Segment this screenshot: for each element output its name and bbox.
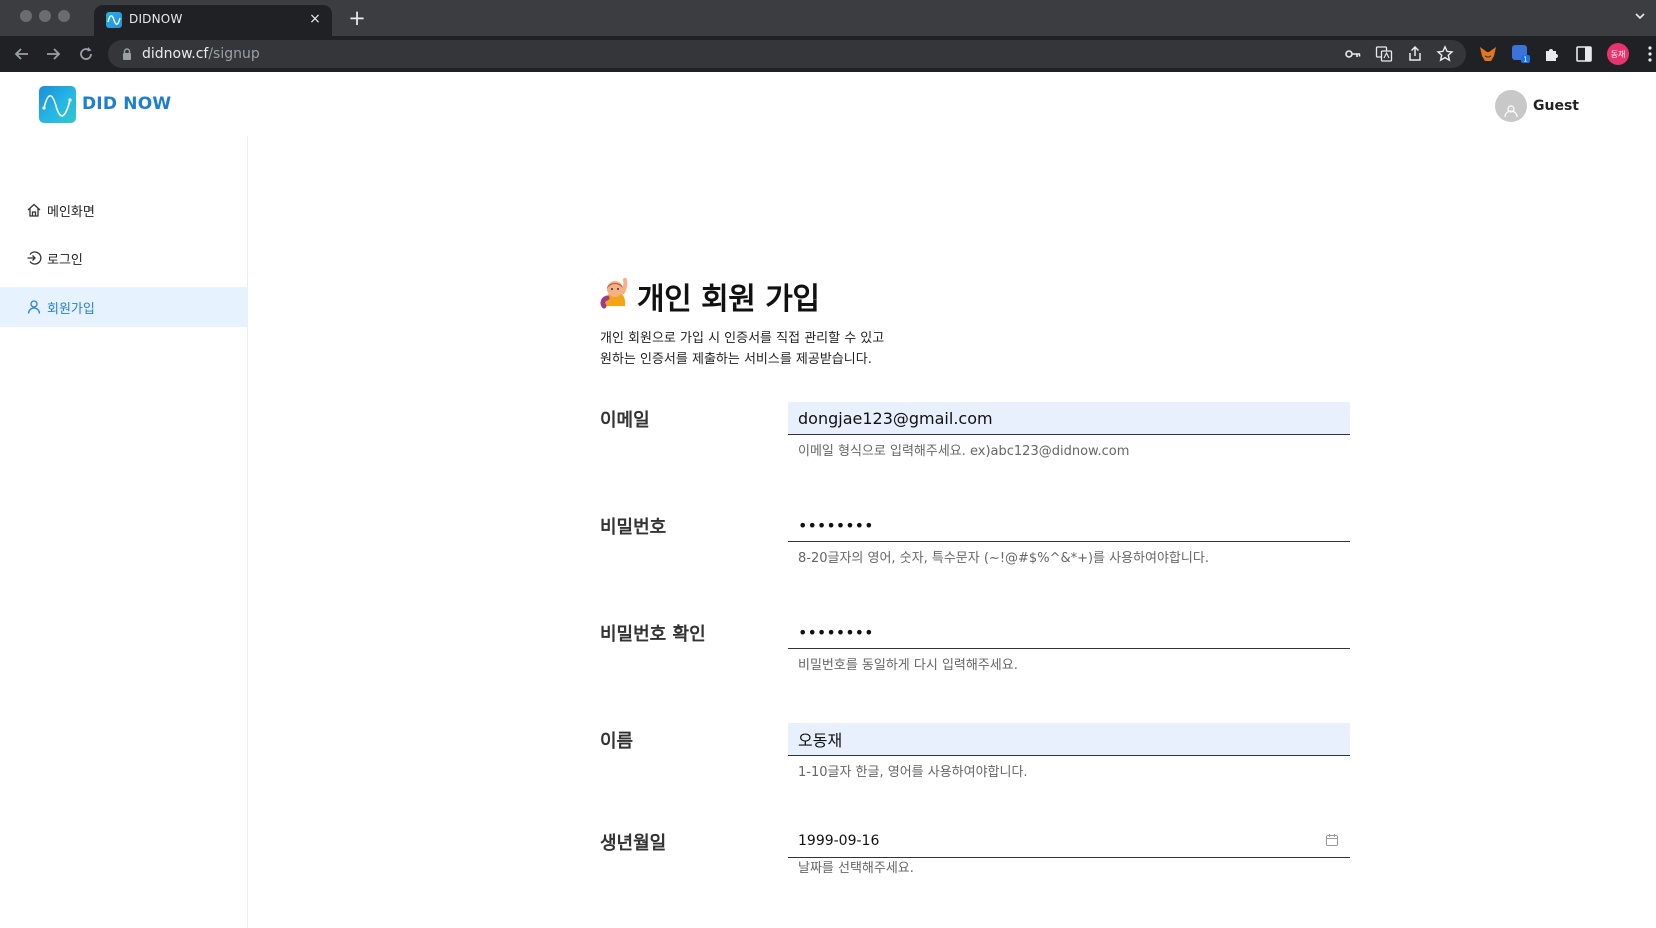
browser-tab-strip: DIDNOW × + bbox=[0, 0, 1656, 36]
birth-date-field[interactable] bbox=[788, 825, 1350, 858]
extension-badge-count: 1 bbox=[1523, 56, 1527, 64]
reload-icon[interactable] bbox=[76, 44, 96, 64]
password-field[interactable] bbox=[788, 509, 1350, 542]
didnow-logo-icon[interactable] bbox=[39, 86, 76, 123]
user-icon bbox=[27, 300, 41, 314]
calendar-icon[interactable] bbox=[1325, 833, 1339, 847]
sidebar-item-login[interactable]: 로그인 bbox=[0, 238, 247, 278]
window-close-dot[interactable] bbox=[20, 10, 32, 22]
birth-date-label: 생년월일 bbox=[600, 833, 667, 854]
browser-tab[interactable]: DIDNOW × bbox=[94, 5, 332, 36]
metamask-fox-icon[interactable] bbox=[1478, 44, 1498, 64]
logo-text[interactable]: DID NOW bbox=[82, 94, 171, 114]
sidebar-item-label: 메인화면 bbox=[47, 205, 95, 220]
share-icon[interactable] bbox=[1406, 45, 1424, 63]
tab-search-chevron-icon[interactable] bbox=[1634, 10, 1646, 22]
bookmark-star-icon[interactable] bbox=[1436, 45, 1454, 63]
sidebar-nav: 메인화면 로그인 회원가입 bbox=[0, 136, 248, 928]
window-minimize-dot[interactable] bbox=[39, 10, 51, 22]
new-tab-button[interactable]: + bbox=[346, 6, 368, 30]
page-description: 개인 회원으로 가입 시 인증서를 직접 관리할 수 있고 원하는 인증서를 제… bbox=[600, 328, 884, 370]
sidebar-item-home[interactable]: 메인화면 bbox=[0, 190, 247, 230]
didnow-favicon-icon bbox=[106, 12, 122, 28]
name-help-text: 1-10글자 한글, 영어를 사용하여야합니다. bbox=[798, 765, 1028, 780]
profile-initials: 동재 bbox=[1610, 49, 1626, 59]
page-title: 개인 회원 가입 bbox=[637, 282, 820, 317]
page-description-line: 개인 회원으로 가입 시 인증서를 직접 관리할 수 있고 bbox=[600, 331, 885, 346]
birth-date-help-text: 날짜를 선택해주세요. bbox=[798, 861, 914, 876]
profile-avatar[interactable]: 동재 bbox=[1607, 43, 1629, 65]
extension-badge-icon[interactable]: 1 bbox=[1511, 44, 1531, 64]
password-confirm-help-text: 비밀번호를 동일하게 다시 입력해주세요. bbox=[798, 658, 1018, 673]
more-menu-icon[interactable] bbox=[1640, 44, 1656, 64]
password-label: 비밀번호 bbox=[600, 517, 667, 538]
key-icon[interactable] bbox=[1344, 45, 1362, 63]
email-help-text: 이메일 형식으로 입력해주세요. ex)abc123@didnow.com bbox=[798, 444, 1130, 459]
window-zoom-dot[interactable] bbox=[58, 10, 70, 22]
signup-main: 개인 회원 가입 개인 회원으로 가입 시 인증서를 직접 관리할 수 있고 원… bbox=[249, 136, 1656, 928]
sidebar-item-label: 로그인 bbox=[47, 253, 83, 268]
name-field[interactable] bbox=[788, 723, 1350, 756]
tab-title: DIDNOW bbox=[129, 12, 183, 26]
email-label: 이메일 bbox=[600, 410, 650, 431]
sidebar-item-label: 회원가입 bbox=[47, 302, 95, 317]
forward-arrow-icon[interactable] bbox=[43, 44, 63, 64]
puzzle-extensions-icon[interactable] bbox=[1542, 44, 1562, 64]
url-text: didnow.cf/signup bbox=[142, 46, 260, 62]
sidebar-item-signup[interactable]: 회원가입 bbox=[0, 287, 247, 327]
page-description-line: 원하는 인증서를 제출하는 서비스를 제공받습니다. bbox=[600, 352, 872, 367]
app-header: DID NOW Guest bbox=[0, 72, 1656, 136]
browser-toolbar: didnow.cf/signup 1 동재 bbox=[0, 36, 1656, 72]
home-icon bbox=[27, 203, 41, 217]
password-help-text: 8-20글자의 영어, 숫자, 특수문자 (~!@#$%^&*+)를 사용하여야… bbox=[798, 551, 1209, 566]
email-field[interactable] bbox=[788, 402, 1350, 435]
address-bar[interactable]: didnow.cf/signup bbox=[108, 40, 1466, 68]
user-name[interactable]: Guest bbox=[1533, 98, 1579, 114]
user-avatar-icon[interactable] bbox=[1495, 90, 1527, 122]
person-raising-hand-icon bbox=[600, 278, 628, 309]
lock-icon[interactable] bbox=[122, 48, 132, 60]
translate-icon[interactable] bbox=[1375, 45, 1393, 63]
name-label: 이름 bbox=[600, 731, 634, 752]
back-arrow-icon[interactable] bbox=[12, 44, 32, 64]
tab-close-icon[interactable]: × bbox=[306, 10, 324, 28]
password-confirm-label: 비밀번호 확인 bbox=[600, 624, 706, 645]
login-icon bbox=[27, 251, 42, 265]
password-confirm-field[interactable] bbox=[788, 616, 1350, 649]
side-panel-icon[interactable] bbox=[1574, 44, 1594, 64]
